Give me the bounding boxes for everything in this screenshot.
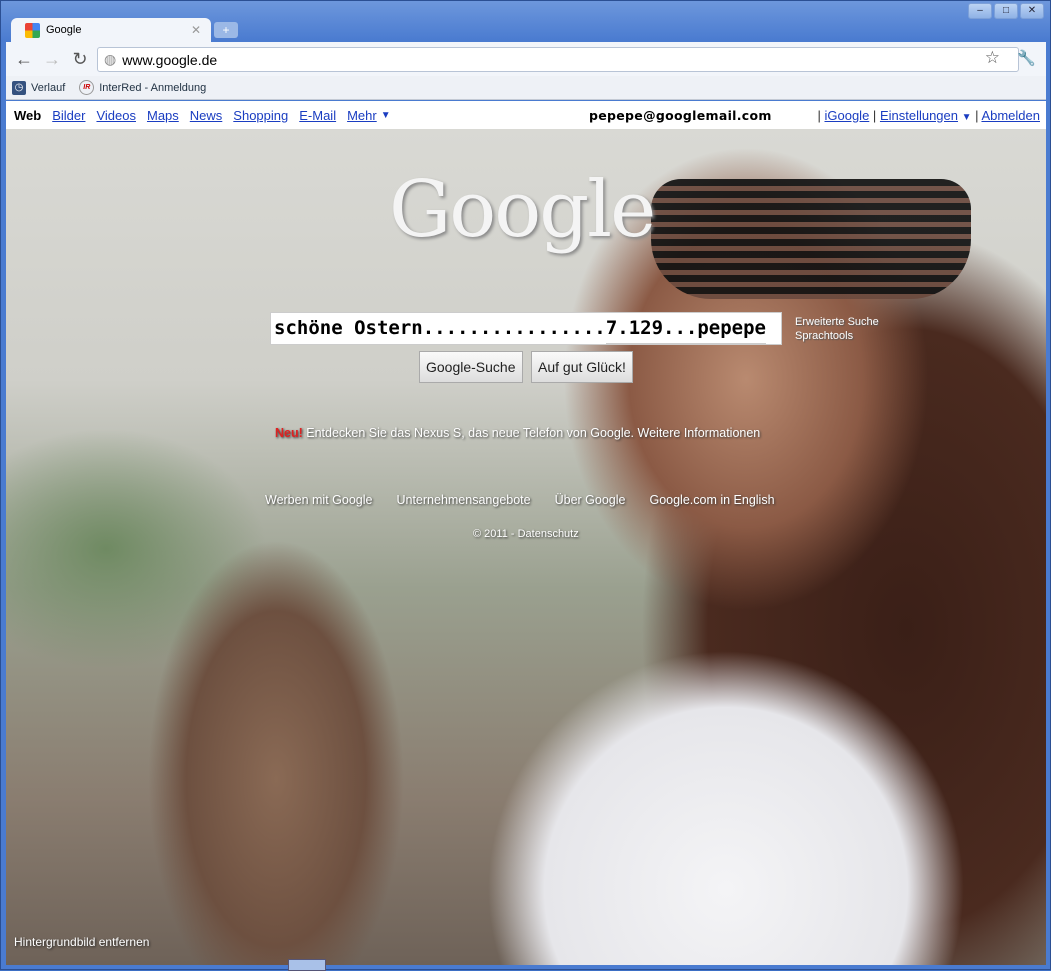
copyright[interactable]: © 2011 - Datenschutz [473, 528, 579, 540]
signout-link[interactable]: Abmelden [981, 108, 1040, 123]
bookmark-star-icon[interactable]: ☆ [985, 48, 1000, 68]
background-photo: Google schöne Ostern................ 7.1… [6, 129, 1046, 965]
google-search-button[interactable]: Google-Suche [419, 351, 523, 383]
gbar-news[interactable]: News [190, 108, 223, 123]
promo: Neu! Entdecken Sie das Nexus S, das neue… [275, 426, 760, 440]
separator: | [872, 107, 877, 123]
footer-link-business[interactable]: Unternehmensangebote [396, 493, 530, 507]
bookmark-interred[interactable]: IR InterRed - Anmeldung [79, 80, 206, 95]
promo-link[interactable]: Weitere Informationen [638, 426, 761, 440]
gbar-web[interactable]: Web [14, 108, 41, 123]
gbar-email[interactable]: E-Mail [299, 108, 336, 123]
google-favicon-icon [25, 22, 40, 38]
address-bar[interactable]: ◍ www.google.de [97, 47, 1019, 72]
footer-link-about[interactable]: Über Google [555, 493, 626, 507]
globe-icon: ◍ [104, 51, 117, 67]
gbar-shopping[interactable]: Shopping [233, 108, 288, 123]
search-text-right: 7.129...pepepe [605, 313, 766, 344]
tab-title: Google [46, 24, 82, 36]
window-controls: – □ ✕ [968, 3, 1044, 19]
google-logo: Google [389, 165, 656, 255]
language-tools-link[interactable]: Sprachtools [795, 329, 879, 343]
remove-background-link[interactable]: Hintergrundbild entfernen [14, 935, 149, 949]
gbar-right: | iGoogle | Einstellungen ▼ | Abmelden [817, 108, 1040, 123]
back-button[interactable]: ← [12, 49, 36, 70]
footer-links: Werben mit Google Unternehmensangebote Ü… [265, 493, 775, 507]
search-input[interactable]: schöne Ostern................ 7.129...pe… [270, 312, 782, 345]
footer-link-english[interactable]: Google.com in English [649, 493, 774, 507]
tab-google[interactable]: Google ✕ [11, 18, 211, 42]
shutter-glasses-decoration [651, 179, 971, 299]
toolbar: ← → ↻ ◍ www.google.de ☆ 🔧 [6, 42, 1046, 76]
bookmark-verlauf[interactable]: ◷ Verlauf [12, 80, 66, 95]
google-bar: Web Bilder Videos Maps News Shopping E-M… [6, 101, 1046, 129]
user-email: pepepe@googlemail.com [589, 107, 772, 123]
advanced-search-link[interactable]: Erweiterte Suche [795, 315, 879, 329]
search-options: Erweiterte Suche Sprachtools [795, 315, 879, 343]
gbar-videos[interactable]: Videos [96, 108, 136, 123]
separator: | [817, 107, 821, 123]
wrench-icon[interactable]: 🔧 [1017, 49, 1036, 67]
minimize-button[interactable]: – [968, 3, 992, 19]
bookmark-label: Verlauf [31, 81, 66, 94]
chevron-down-icon[interactable]: ▼ [381, 110, 391, 121]
gbar-bilder[interactable]: Bilder [52, 108, 85, 123]
lucky-button[interactable]: Auf gut Glück! [531, 351, 633, 383]
footer-link-ads[interactable]: Werben mit Google [265, 493, 372, 507]
bookmarks-bar: ◷ Verlauf IR InterRed - Anmeldung [6, 76, 1046, 100]
promo-text: Entdecken Sie das Nexus S, das neue Tele… [306, 426, 635, 440]
browser-window: – □ ✕ Google ✕ + ← → ↻ ◍ www.google.de ☆… [0, 0, 1051, 971]
reload-button[interactable]: ↻ [68, 49, 92, 70]
promo-new-badge: Neu! [275, 426, 303, 440]
bookmark-label: InterRed - Anmeldung [99, 81, 207, 94]
maximize-button[interactable]: □ [994, 3, 1018, 19]
chevron-down-icon[interactable]: ▼ [962, 112, 972, 123]
interred-icon: IR [79, 80, 95, 95]
gbar-maps[interactable]: Maps [147, 108, 179, 123]
igoogle-link[interactable]: iGoogle [824, 108, 869, 123]
tab-close-icon[interactable]: ✕ [191, 23, 201, 37]
separator: | [975, 107, 979, 123]
close-button[interactable]: ✕ [1020, 3, 1044, 19]
clock-icon: ◷ [12, 80, 26, 95]
gbar-mehr[interactable]: Mehr [347, 108, 377, 123]
new-tab-button[interactable]: + [214, 22, 238, 38]
horizontal-scrollbar-thumb[interactable] [288, 959, 326, 971]
search-text-left: schöne Ostern................ [274, 317, 606, 339]
forward-button[interactable]: → [40, 49, 64, 70]
url-text: www.google.de [122, 51, 218, 68]
settings-link[interactable]: Einstellungen [880, 108, 958, 123]
